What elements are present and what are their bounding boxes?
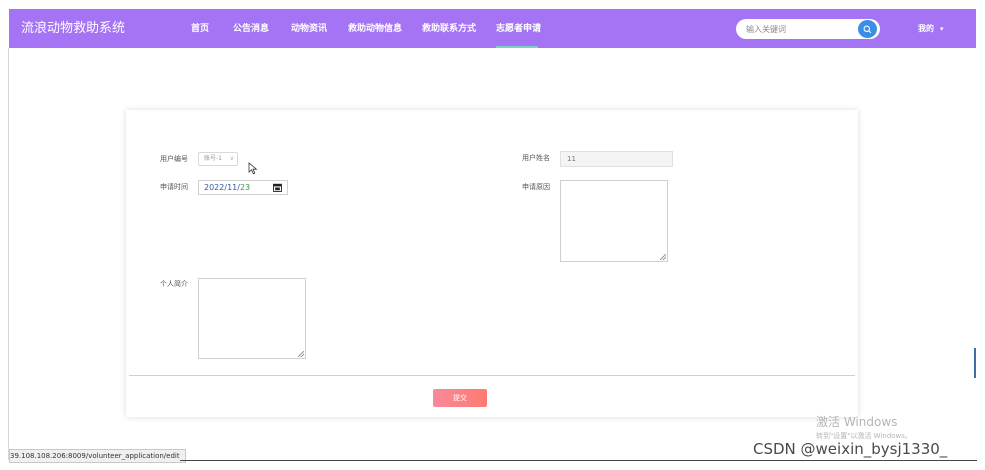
search-box [736,19,880,39]
nav-item-rescue-animals[interactable]: 救助动物信息 [348,9,402,49]
page-left-border [8,48,9,460]
calendar-icon[interactable] [273,183,282,192]
watermark-title: 激活 Windows [816,415,898,429]
resize-handle-icon[interactable] [298,351,304,357]
nav-item-announcements[interactable]: 公告消息 [233,9,269,49]
nav-item-animal-news[interactable]: 动物资讯 [291,9,327,49]
caret-down-icon: ▾ [940,25,944,33]
nav-item-rescue-contact[interactable]: 救助联系方式 [422,9,476,49]
resize-handle-icon[interactable] [660,254,666,260]
user-name-value: 11 [567,155,576,163]
date-day: 23 [239,183,251,192]
search-input[interactable] [742,19,860,39]
user-name-label: 用户姓名 [522,154,550,162]
top-navbar: 流浪动物救助系统 首页 公告消息 动物资讯 救助动物信息 救助联系方式 志愿者申… [9,9,976,48]
status-bar-url: 39.108.108.206:8009/volunteer_applicatio… [9,449,186,463]
apply-reason-label: 申请原因 [522,183,550,191]
mouse-cursor-icon [248,162,258,175]
date-year: 2022 [204,183,225,192]
apply-time-input[interactable]: 2022/11/23 [198,180,288,195]
form-divider [129,375,855,376]
volunteer-application-form: 用户编号 账号-1 ∨ 申请时间 2022/11/23 用户姓名 11 申请原因… [126,110,858,417]
user-menu-label: 我的 [918,24,934,33]
submit-button[interactable]: 提交 [433,389,487,407]
chevron-down-icon: ∨ [229,155,234,162]
apply-time-label: 申请时间 [160,183,188,191]
user-id-label: 用户编号 [160,155,188,163]
nav-item-volunteer-apply[interactable]: 志愿者申请 [496,9,541,49]
user-menu[interactable]: 我的 ▾ [918,9,944,49]
search-button[interactable] [858,20,877,38]
windows-activation-watermark: 激活 Windows 转到"设置"以激活 Windows。 [816,413,912,441]
bottom-border [180,460,977,461]
intro-label: 个人简介 [160,280,188,288]
active-tab-indicator [496,46,538,48]
search-icon [863,25,872,33]
user-id-select[interactable]: 账号-1 ∨ [198,152,238,166]
nav-item-home[interactable]: 首页 [191,9,209,49]
date-month: 11 [227,183,238,192]
user-id-value: 账号-1 [204,155,222,162]
scroll-edge-marker [974,348,976,378]
csdn-watermark: CSDN @weixin_bysj1330_ [753,440,948,458]
intro-textarea[interactable] [198,278,306,359]
site-title[interactable]: 流浪动物救助系统 [21,9,125,48]
user-name-field[interactable]: 11 [560,151,673,167]
apply-reason-textarea[interactable] [560,180,668,262]
